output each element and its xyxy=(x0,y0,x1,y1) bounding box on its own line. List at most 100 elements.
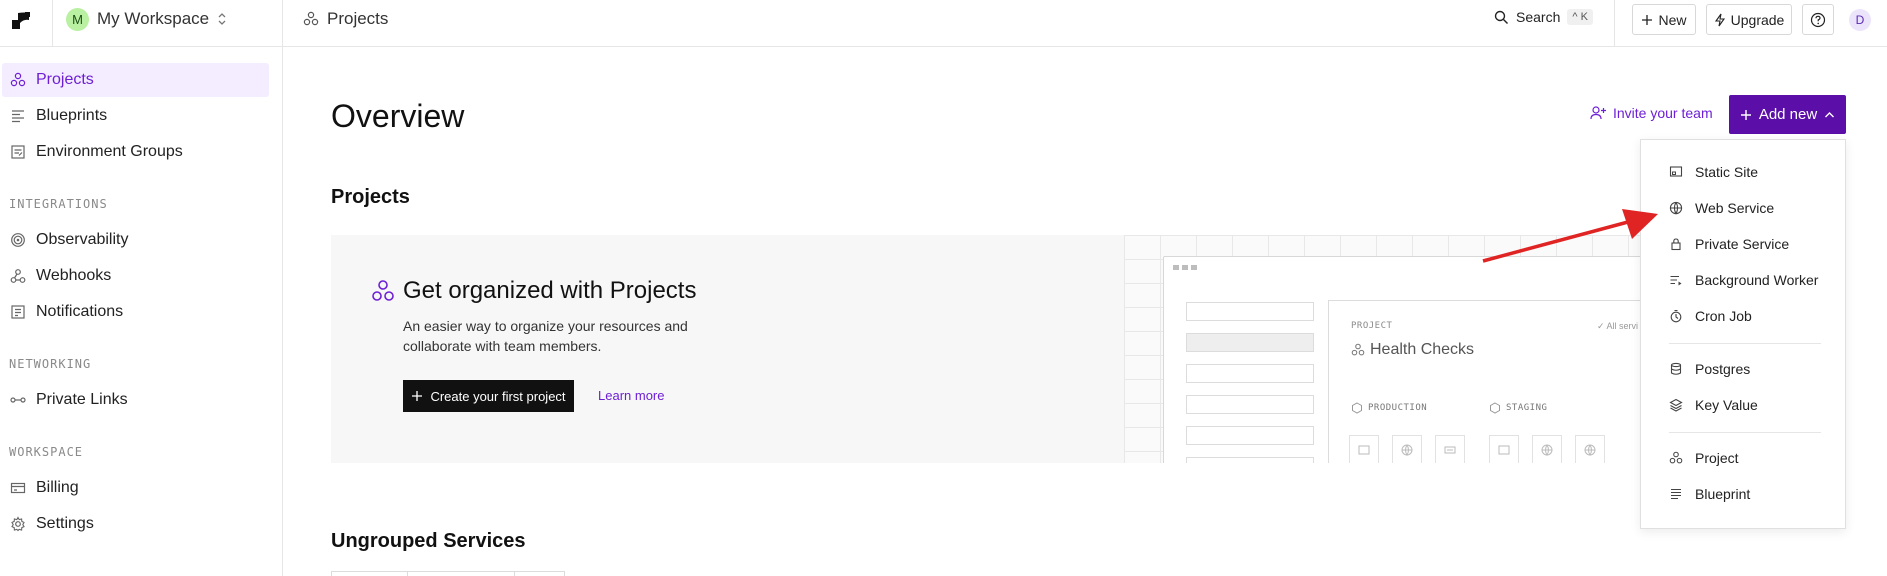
mock-sidebar-row xyxy=(1186,457,1314,463)
breadcrumb-current[interactable]: Projects xyxy=(327,9,388,29)
observability-icon xyxy=(10,232,26,248)
mock-sidebar-row xyxy=(1186,395,1314,414)
blueprint-icon xyxy=(1669,487,1683,501)
new-button[interactable]: New xyxy=(1632,4,1696,35)
globe-icon xyxy=(1575,435,1605,463)
section-label-workspace: WORKSPACE xyxy=(9,445,84,459)
ungrouped-services-heading: Ungrouped Services xyxy=(331,530,526,552)
menu-item-project[interactable]: Project xyxy=(1669,446,1739,470)
menu-item-cron-job[interactable]: Cron Job xyxy=(1669,304,1752,328)
projects-heading: Projects xyxy=(331,186,410,208)
window-dots xyxy=(1173,265,1197,270)
add-user-icon xyxy=(1590,106,1606,120)
projects-icon xyxy=(372,280,394,301)
sidebar-item-label: Notifications xyxy=(36,303,124,320)
webhook-icon xyxy=(10,268,26,284)
menu-item-label: Blueprint xyxy=(1695,486,1751,502)
timer-icon xyxy=(1669,309,1683,323)
projects-icon xyxy=(1669,451,1683,465)
mock-sidebar-row xyxy=(1186,333,1314,352)
lock-icon xyxy=(1669,237,1683,251)
new-label: New xyxy=(1658,11,1687,28)
chevron-up-down-icon xyxy=(217,12,227,26)
sidebar-item-projects[interactable]: Projects xyxy=(2,63,269,97)
projects-icon xyxy=(303,11,319,26)
credit-card-icon xyxy=(10,480,26,496)
menu-item-label: Project xyxy=(1695,450,1739,466)
breadcrumb-divider xyxy=(282,0,283,47)
add-new-label: Add new xyxy=(1758,106,1818,123)
mock-all-services: ✓ All servi xyxy=(1597,321,1639,331)
banner-description: An easier way to organize your resources… xyxy=(403,318,688,354)
breadcrumb: Projects xyxy=(303,9,388,29)
mock-project-name: Health Checks xyxy=(1370,341,1475,358)
menu-item-label: Key Value xyxy=(1695,397,1758,413)
sidebar-item-notifications[interactable]: Notifications xyxy=(2,295,269,329)
sidebar-item-settings[interactable]: Settings xyxy=(2,507,269,541)
menu-item-label: Background Worker xyxy=(1695,272,1819,288)
create-project-label: Create your first project xyxy=(430,388,566,404)
sidebar-item-blueprints[interactable]: Blueprints xyxy=(2,99,269,133)
sidebar-item-billing[interactable]: Billing xyxy=(2,471,269,505)
search-label: Search xyxy=(1516,9,1561,25)
globe-icon xyxy=(1532,435,1562,463)
sidebar-item-webhooks[interactable]: Webhooks xyxy=(2,259,269,293)
search-button[interactable]: Search ^ K xyxy=(1494,9,1593,25)
invite-label: Invite your team xyxy=(1613,105,1713,121)
chevron-up-icon xyxy=(1825,111,1835,117)
menu-item-private-service[interactable]: Private Service xyxy=(1669,232,1789,256)
static-site-icon xyxy=(1669,165,1683,179)
page-title: Overview xyxy=(331,98,465,134)
top-bar: M My Workspace Projects Search ^ K New U… xyxy=(0,0,1887,47)
plus-icon xyxy=(412,391,423,401)
plus-icon xyxy=(1740,109,1751,120)
menu-item-blueprint[interactable]: Blueprint xyxy=(1669,482,1750,506)
blueprint-icon xyxy=(10,108,26,124)
sidebar-item-label: Blueprints xyxy=(36,107,108,124)
menu-item-key-value[interactable]: Key Value xyxy=(1669,393,1758,417)
banner-title: Get organized with Projects xyxy=(371,277,696,305)
ungrouped-services-table-header xyxy=(331,571,565,576)
projects-icon xyxy=(1351,343,1365,356)
sidebar-item-label: Settings xyxy=(36,515,94,532)
lightning-icon xyxy=(1714,13,1725,26)
user-avatar[interactable]: D xyxy=(1849,9,1871,31)
mock-env-staging: STAGING xyxy=(1489,402,1547,414)
sidebar: Projects Blueprints Environment Groups I… xyxy=(0,47,283,576)
section-label-integrations: INTEGRATIONS xyxy=(9,197,108,211)
sidebar-item-environment-groups[interactable]: Environment Groups xyxy=(2,135,269,169)
learn-more-link[interactable]: Learn more xyxy=(598,388,664,403)
mock-project-label: PROJECT xyxy=(1351,321,1393,331)
menu-separator xyxy=(1669,343,1821,344)
sidebar-item-private-links[interactable]: Private Links xyxy=(2,383,269,417)
help-button[interactable] xyxy=(1802,4,1834,35)
notifications-icon xyxy=(10,304,26,320)
menu-item-postgres[interactable]: Postgres xyxy=(1669,357,1750,381)
invite-team-button[interactable]: Invite your team xyxy=(1590,105,1713,121)
render-logo-icon[interactable] xyxy=(10,9,32,31)
menu-item-background-worker[interactable]: Background Worker xyxy=(1669,268,1818,292)
sidebar-item-label: Billing xyxy=(36,479,79,496)
add-new-button[interactable]: Add new xyxy=(1729,95,1846,134)
menu-item-label: Private Service xyxy=(1695,236,1790,252)
hexagon-icon xyxy=(1352,402,1362,414)
static-site-icon xyxy=(1349,435,1379,463)
illustration-window: PROJECT ✓ All servi Health Checks PRODUC… xyxy=(1163,256,1641,463)
workspace-switcher[interactable]: M My Workspace xyxy=(66,7,227,31)
menu-item-label: Web Service xyxy=(1695,200,1775,216)
upgrade-button[interactable]: Upgrade xyxy=(1706,4,1792,35)
menu-item-web-service[interactable]: Web Service xyxy=(1669,196,1774,220)
menu-item-static-site[interactable]: Static Site xyxy=(1669,160,1758,184)
workspace-name: My Workspace xyxy=(97,9,210,28)
banner-title-text: Get organized with Projects xyxy=(403,277,697,304)
globe-icon xyxy=(1669,201,1683,215)
mock-sidebar-row xyxy=(1186,302,1314,321)
projects-icon xyxy=(10,72,26,88)
sidebar-item-label: Private Links xyxy=(36,391,128,408)
create-project-button[interactable]: Create your first project xyxy=(403,380,574,412)
workspace-divider xyxy=(52,0,53,47)
sidebar-item-label: Observability xyxy=(36,231,129,248)
upgrade-label: Upgrade xyxy=(1730,11,1785,28)
sidebar-item-observability[interactable]: Observability xyxy=(2,223,269,257)
sidebar-item-label: Environment Groups xyxy=(36,143,183,160)
